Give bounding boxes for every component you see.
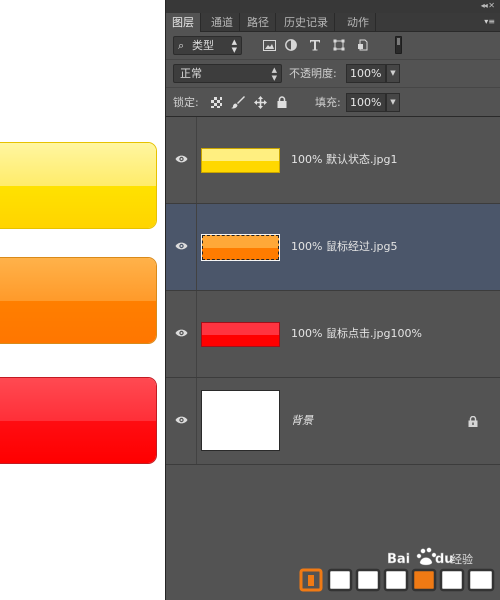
visibility-toggle[interactable]: [166, 378, 197, 464]
layer-row-default-state[interactable]: 100% 默认状态.jpg1: [166, 117, 500, 204]
layer-name[interactable]: 100% 鼠标点击.jpg100%: [291, 291, 422, 377]
visibility-toggle[interactable]: [166, 117, 197, 203]
canvas-button-hover-state: [0, 257, 157, 344]
tab-channels[interactable]: 通道: [205, 13, 240, 32]
layer-name[interactable]: 100% 鼠标经过.jpg5: [291, 204, 397, 290]
search-icon: ⌕: [178, 39, 185, 52]
filter-pixel-layers-icon[interactable]: [261, 37, 277, 53]
blend-row: 正常 ▲ ▼ 不透明度: 100% ▼: [166, 60, 500, 88]
eye-icon: [175, 416, 188, 424]
panel-menu-icon[interactable]: ▾≡: [484, 17, 495, 26]
tab-history[interactable]: 历史记录: [278, 13, 335, 32]
lock-row: 锁定: 填充: 100% ▼: [166, 88, 500, 117]
filter-toggle-switch[interactable]: [395, 36, 402, 54]
panel-tab-bar: 图层 通道 路径 历史记录 动作 ▾≡: [166, 13, 500, 32]
filter-kind-select[interactable]: ⌕ 类型 ▲ ▼: [173, 36, 242, 55]
layer-filter-row: ⌕ 类型 ▲ ▼: [166, 32, 500, 60]
layers-panel: ◂◂ ✕ 图层 通道 路径 历史记录 动作 ▾≡ ⌕ 类型 ▲ ▼ 正常 ▲ ▼…: [165, 0, 500, 600]
blend-mode-select[interactable]: 正常 ▲ ▼: [173, 64, 282, 83]
tab-layers[interactable]: 图层: [166, 13, 201, 32]
panel-title-bar: ◂◂ ✕: [166, 0, 500, 13]
layer-thumbnail: [201, 390, 280, 451]
lock-all-icon[interactable]: [274, 94, 290, 110]
baidu-jingyan-watermark: Bai du 经验: [295, 545, 500, 593]
fill-dropdown-button[interactable]: ▼: [386, 93, 400, 112]
eye-icon: [175, 155, 188, 163]
opacity-input[interactable]: 100%: [346, 64, 386, 83]
filter-adjustment-layers-icon[interactable]: [283, 37, 299, 53]
filter-shape-layers-icon[interactable]: [331, 37, 347, 53]
lock-transparent-pixels-icon[interactable]: [208, 94, 224, 110]
updown-arrows-icon: ▲ ▼: [271, 66, 277, 82]
lock-label: 锁定:: [173, 96, 199, 109]
svg-text:经验: 经验: [451, 552, 473, 566]
layer-row-background[interactable]: 背景: [166, 378, 500, 465]
layer-thumbnail: [201, 234, 280, 261]
fill-input[interactable]: 100%: [346, 93, 386, 112]
eye-icon: [175, 242, 188, 250]
updown-arrows-icon: ▲ ▼: [231, 38, 237, 54]
visibility-toggle[interactable]: [166, 291, 197, 377]
layer-row-hover-state[interactable]: 100% 鼠标经过.jpg5: [166, 204, 500, 291]
opacity-dropdown-button[interactable]: ▼: [386, 64, 400, 83]
collapse-panel-icon[interactable]: ◂◂ ✕: [481, 1, 495, 10]
filter-type-layers-icon[interactable]: [307, 37, 323, 53]
filter-smart-objects-icon[interactable]: [355, 37, 371, 53]
tab-paths[interactable]: 路径: [241, 13, 276, 32]
eye-icon: [175, 329, 188, 337]
baidu-logo-icon: Bai du 经验: [299, 547, 495, 592]
lock-image-pixels-brush-icon[interactable]: [230, 94, 246, 110]
blend-mode-label: 正常: [180, 67, 202, 80]
lock-position-move-icon[interactable]: [252, 94, 268, 110]
document-canvas: [0, 0, 165, 600]
layer-name[interactable]: 背景: [291, 378, 313, 464]
canvas-button-default-state: [0, 142, 157, 229]
layer-row-click-state[interactable]: 100% 鼠标点击.jpg100%: [166, 291, 500, 378]
layer-name[interactable]: 100% 默认状态.jpg1: [291, 117, 397, 203]
layer-thumbnail: [201, 148, 280, 173]
canvas-button-click-state: [0, 377, 157, 464]
svg-text:Bai: Bai: [387, 552, 410, 567]
filter-kind-label: 类型: [192, 39, 214, 52]
tab-actions[interactable]: 动作: [341, 13, 376, 32]
opacity-label: 不透明度:: [289, 67, 337, 80]
fill-label: 填充:: [315, 96, 341, 109]
layer-lock-icon: [468, 416, 478, 427]
layer-thumbnail: [201, 322, 280, 347]
visibility-toggle[interactable]: [166, 204, 197, 290]
